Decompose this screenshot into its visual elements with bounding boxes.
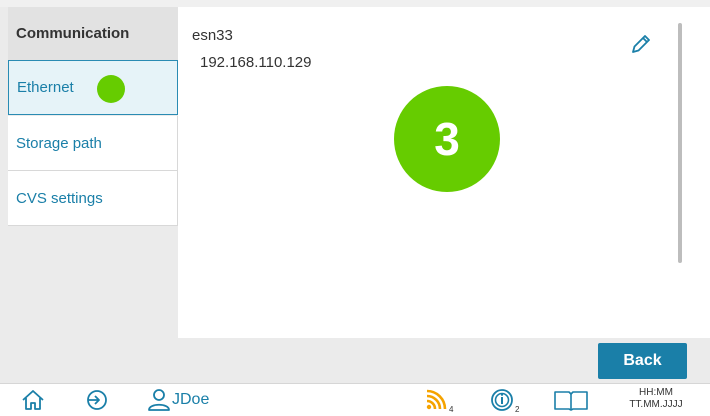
sidebar-item-storage-path[interactable]: Storage path (8, 116, 178, 171)
book-icon[interactable] (553, 388, 589, 412)
sidebar-item-label: CVS settings (16, 189, 103, 207)
time-label: HH:MM (639, 387, 673, 398)
user-icon[interactable] (146, 388, 172, 412)
step-badge: 3 (394, 86, 500, 192)
pencil-icon[interactable] (628, 31, 654, 57)
interface-name: esn33 (192, 27, 233, 44)
user-name[interactable]: JDoe (172, 391, 209, 409)
sidebar-item-ethernet[interactable]: Ethernet (8, 60, 178, 115)
info-icon[interactable] (490, 388, 514, 412)
sidebar-header: Communication (8, 7, 178, 60)
clock: HH:MM TT.MM.JJJJ (614, 387, 698, 411)
taskbar: JDoe 4 2 HH:MM TT.MM.JJJJ (0, 383, 710, 416)
date-label: TT.MM.JJJJ (629, 399, 683, 410)
ip-address: 192.168.110.129 (200, 54, 312, 71)
info-count: 2 (515, 405, 520, 414)
status-dot (97, 75, 125, 103)
action-bar: Back (176, 338, 710, 383)
sidebar-item-cvs-settings[interactable]: CVS settings (8, 171, 178, 226)
top-strip (0, 0, 710, 7)
sidebar: Communication Ethernet Storage path CVS … (8, 7, 178, 383)
back-button[interactable]: Back (598, 343, 687, 379)
logout-icon[interactable] (84, 388, 110, 412)
home-icon[interactable] (20, 388, 46, 412)
sidebar-item-label: Storage path (16, 134, 102, 152)
scrollbar[interactable] (678, 23, 682, 263)
signal-icon[interactable] (424, 388, 448, 412)
main-panel: esn33 192.168.110.129 3 (178, 7, 710, 338)
app-window: Communication Ethernet Storage path CVS … (0, 0, 710, 416)
sidebar-item-label: Ethernet (17, 79, 74, 96)
signal-count: 4 (449, 405, 454, 414)
